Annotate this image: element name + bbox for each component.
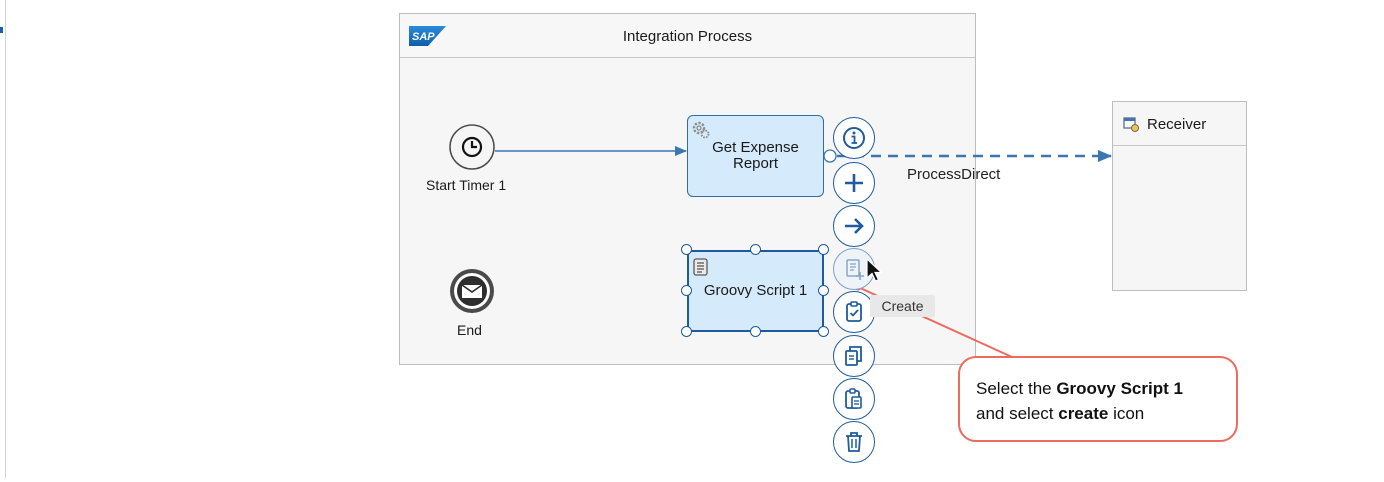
callout-bold-create: create: [1058, 404, 1109, 423]
callout-text: Select the: [976, 379, 1057, 398]
start-timer-event[interactable]: [449, 124, 495, 170]
create-tooltip: Create: [870, 295, 935, 317]
resize-handle-top-right[interactable]: [818, 244, 829, 255]
paste-icon: [845, 388, 862, 409]
connect-button[interactable]: [833, 205, 875, 247]
end-event[interactable]: [450, 269, 494, 313]
end-event-label: End: [457, 322, 482, 338]
create-script-icon: [846, 259, 864, 280]
groovy-script-task[interactable]: Groovy Script 1: [687, 250, 824, 332]
callout-line-2: and select create icon: [976, 401, 1236, 426]
get-expense-report-task[interactable]: Get Expense Report: [687, 115, 824, 197]
callout-text: icon: [1108, 404, 1145, 423]
script-icon: [693, 258, 708, 276]
resize-handle-bottom-left[interactable]: [681, 326, 692, 337]
resize-handle-bottom-right[interactable]: [818, 326, 829, 337]
trash-icon: [846, 432, 862, 452]
copy-icon: [845, 346, 862, 366]
start-timer-label: Start Timer 1: [426, 177, 507, 193]
callout-bold-groovy: Groovy Script 1: [1056, 379, 1183, 398]
add-button[interactable]: [833, 162, 875, 204]
mouse-cursor-icon: [866, 258, 884, 282]
connector-handle[interactable]: [823, 149, 837, 163]
info-icon: [843, 127, 865, 149]
gear-icon: [692, 121, 710, 139]
callout-line-1: Select the Groovy Script 1: [976, 376, 1236, 401]
callout-text: and select: [976, 404, 1059, 423]
task-label-line2: Report: [732, 155, 779, 172]
paste-button[interactable]: [833, 378, 875, 420]
process-direct-label: ProcessDirect: [907, 166, 1001, 183]
task-label: Groovy Script 1: [703, 282, 808, 299]
resize-handle-left[interactable]: [681, 285, 692, 296]
info-button[interactable]: [833, 117, 875, 159]
resize-handle-right[interactable]: [818, 285, 829, 296]
task-label-line1: Get Expense: [712, 139, 799, 156]
plus-icon: [845, 174, 863, 192]
instruction-callout: Select the Groovy Script 1 and select cr…: [958, 356, 1238, 442]
arrow-right-icon: [845, 218, 864, 234]
delete-button[interactable]: [833, 421, 875, 463]
resize-handle-top-left[interactable]: [681, 244, 692, 255]
clipboard-check-icon: [846, 301, 862, 322]
resize-handle-bottom[interactable]: [750, 326, 761, 337]
envelope-icon: [461, 284, 483, 298]
resize-handle-top[interactable]: [750, 244, 761, 255]
validate-button[interactable]: [833, 291, 875, 333]
task-label: Get Expense Report: [712, 140, 799, 172]
copy-button[interactable]: [833, 335, 875, 377]
